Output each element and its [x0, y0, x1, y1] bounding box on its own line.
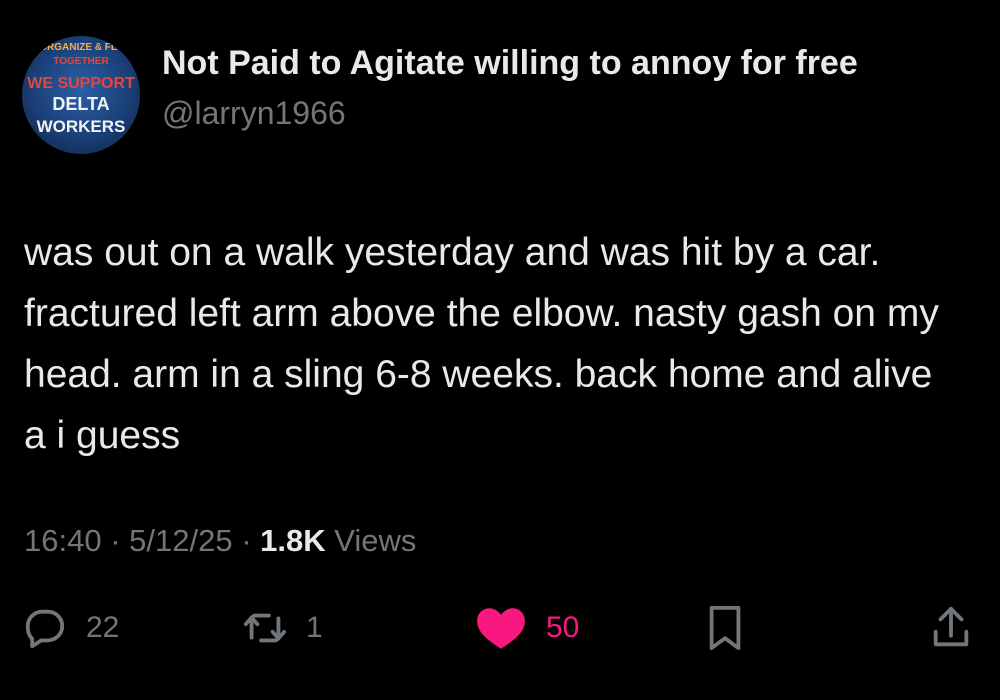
avatar-text-line-3: WE SUPPORT — [27, 75, 135, 92]
tweet-date[interactable]: 5/12/25 — [129, 523, 232, 558]
like-button[interactable]: 50 — [474, 600, 579, 656]
avatar-image: ORGANIZE & FLY TOGETHER WE SUPPORT DELTA… — [27, 42, 135, 136]
reply-count: 22 — [86, 611, 120, 644]
tweet-time[interactable]: 16:40 — [24, 523, 102, 558]
views-label: Views — [325, 523, 417, 558]
views-count: 1.8K — [260, 523, 326, 558]
avatar-text-line-4: DELTA — [52, 94, 109, 114]
avatar[interactable]: ORGANIZE & FLY TOGETHER WE SUPPORT DELTA… — [22, 36, 140, 154]
like-count: 50 — [546, 611, 580, 644]
action-bar: 22 1 50 — [0, 600, 1000, 656]
share-icon — [928, 603, 974, 653]
retweet-icon — [242, 605, 288, 651]
avatar-text-line-1: ORGANIZE & FLY — [39, 42, 123, 53]
retweet-count: 1 — [306, 611, 323, 644]
meta-separator: · — [232, 523, 261, 558]
avatar-text-line-2: TOGETHER — [53, 56, 109, 67]
avatar-text-line-5: WORKERS — [37, 117, 126, 136]
bookmark-button[interactable] — [702, 600, 748, 656]
tweet-text: was out on a walk yesterday and was hit … — [24, 231, 939, 457]
tweet-meta: 16:40 · 5/12/25 · 1.8K Views — [24, 523, 416, 559]
reply-icon — [22, 605, 68, 651]
retweet-button[interactable]: 1 — [242, 600, 323, 656]
display-name[interactable]: Not Paid to Agitate willing to annoy for… — [162, 44, 858, 83]
bookmark-icon — [702, 603, 748, 653]
meta-separator: · — [101, 523, 130, 558]
share-button[interactable] — [928, 600, 974, 656]
user-handle[interactable]: @larryn1966 — [162, 95, 346, 132]
heart-icon — [474, 605, 528, 651]
reply-button[interactable]: 22 — [22, 600, 119, 656]
